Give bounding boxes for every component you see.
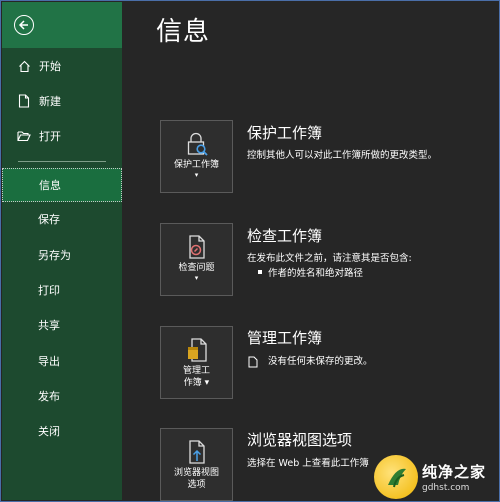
nav-item-new[interactable]: 新建 [2,85,122,117]
browser-view-label: 浏览器视图 选项 [174,467,219,491]
nav-item-publish[interactable]: 发布 [2,380,122,412]
manage-workbook-label-line1: 管理工 [182,366,210,376]
browser-view-options-button[interactable]: 浏览器视图 选项 [160,428,233,501]
nav-item-print[interactable]: 打印 [2,274,122,306]
arrow-left-icon [18,20,28,30]
section-title-inspect: 检查工作簿 [247,227,323,245]
inspect-document-icon [184,234,210,260]
section-desc-protect: 控制其他人可以对此工作簿所做的更改类型。 [247,150,438,161]
nav-item-label: 保存 [38,213,60,226]
nav-item-label: 信息 [39,179,61,192]
nav-item-label: 共享 [38,319,60,332]
check-issues-label: 检查问题 [178,263,215,273]
sidebar-divider [18,161,106,162]
nav-item-save-as[interactable]: 另存为 [2,239,122,271]
nav-item-save[interactable]: 保存 [2,203,122,235]
back-area [2,2,122,48]
nav-item-label: 导出 [38,355,60,368]
document-icon [248,353,258,372]
nav-item-label: 开始 [39,60,61,73]
watermark-name: 纯净之家 [422,463,487,481]
protect-workbook-button[interactable]: 保护工作簿 ▾ [160,120,233,193]
nav-item-label: 新建 [39,95,61,108]
nav-item-label: 关闭 [38,425,60,438]
check-issues-button[interactable]: 检查问题 ▾ [160,223,233,296]
watermark-text: 纯净之家 gdhst.com [422,461,486,493]
nav-item-open[interactable]: 打开 [2,120,122,152]
new-document-icon [17,94,31,108]
folder-open-icon [17,129,31,143]
section-title-manage: 管理工作簿 [247,329,323,347]
nav-item-label: 打开 [39,130,61,143]
nav-item-export[interactable]: 导出 [2,345,122,377]
section-desc-manage: 没有任何未保存的更改。 [268,356,373,367]
inspect-bullet-item: 作者的姓名和绝对路径 [268,268,364,279]
bullet-dot [258,270,262,274]
nav-item-label: 另存为 [38,249,71,262]
section-title-protect: 保护工作簿 [247,124,323,142]
manage-workbook-label: 管理工 作簿 ▾ [182,366,210,388]
watermark: 纯净之家 gdhst.com [372,452,500,502]
nav-item-label: 发布 [38,390,60,403]
nav-item-share[interactable]: 共享 [2,309,122,341]
manage-workbook-label-line2: 作簿 [183,378,202,388]
manage-workbook-button[interactable]: 管理工 作簿 ▾ [160,326,233,399]
dropdown-caret-icon: ▾ [194,274,199,282]
browser-view-label-line1: 浏览器视图 [173,468,219,478]
home-icon [17,59,31,73]
dropdown-caret-icon: ▾ [194,171,199,179]
backstage-sidebar: 开始 新建 打开 信息 保存 另存为 打印 共享 导出 发布 关闭 [2,2,122,500]
lock-search-icon [184,131,210,157]
section-desc-inspect: 在发布此文件之前，请注意其是否包含: [247,253,412,264]
nav-item-info[interactable]: 信息 [2,168,122,202]
watermark-url: gdhst.com [422,483,470,493]
protect-workbook-label: 保护工作簿 [173,160,219,170]
page-title: 信息 [156,17,211,47]
browser-view-label-line2: 选项 [187,480,206,490]
back-button[interactable] [14,15,34,35]
browser-view-icon [184,439,210,465]
nav-item-home[interactable]: 开始 [2,50,122,82]
watermark-logo [374,455,418,499]
nav-item-label: 打印 [38,284,60,297]
nav-item-close[interactable]: 关闭 [2,415,122,447]
section-title-browser: 浏览器视图选项 [247,431,353,449]
section-desc-browser: 选择在 Web 上查看此工作簿 [247,458,369,469]
manage-workbook-icon [184,337,210,363]
